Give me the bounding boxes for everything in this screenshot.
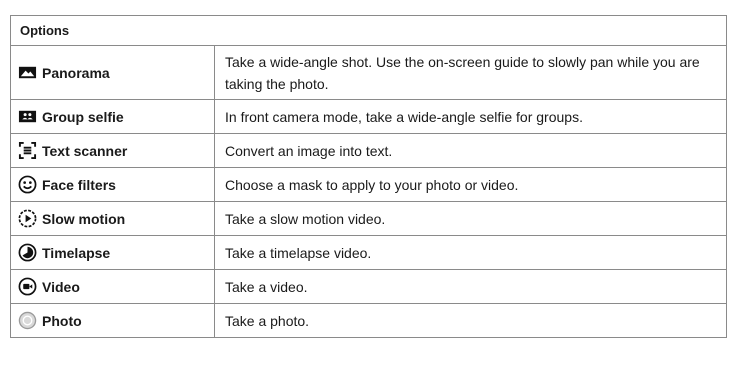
options-table: Options Panorama Take a wide-angle shot.…	[10, 15, 727, 338]
option-description: Take a wide-angle shot. Use the on-scree…	[214, 45, 727, 100]
option-cell: Panorama	[10, 45, 215, 100]
slow-motion-icon	[18, 209, 37, 228]
option-label: Photo	[42, 313, 82, 329]
table-row: Video Take a video.	[10, 269, 727, 304]
option-cell: Photo	[10, 303, 215, 338]
option-description: Take a slow motion video.	[214, 201, 727, 236]
panorama-icon	[18, 63, 37, 82]
table-header: Options	[10, 15, 727, 46]
option-label: Timelapse	[42, 245, 111, 261]
option-description: Take a video.	[214, 269, 727, 304]
face-filter-icon	[18, 175, 37, 194]
photo-icon	[18, 311, 37, 330]
option-label: Slow motion	[42, 211, 126, 227]
header-row: Options	[10, 15, 727, 46]
option-cell: Timelapse	[10, 235, 215, 270]
option-description: Choose a mask to apply to your photo or …	[214, 167, 727, 202]
text-scanner-icon	[18, 141, 37, 160]
option-description: Take a photo.	[214, 303, 727, 338]
option-label: Text scanner	[42, 143, 128, 159]
option-cell: Video	[10, 269, 215, 304]
table-row: Group selfie In front camera mode, take …	[10, 99, 727, 134]
option-label: Panorama	[42, 65, 110, 81]
option-label: Video	[42, 279, 80, 295]
table-row: Face filters Choose a mask to apply to y…	[10, 167, 727, 202]
table-row: Timelapse Take a timelapse video.	[10, 235, 727, 270]
table-row: Text scanner Convert an image into text.	[10, 133, 727, 168]
video-icon	[18, 277, 37, 296]
table-row: Panorama Take a wide-angle shot. Use the…	[10, 45, 727, 100]
option-cell: Group selfie	[10, 99, 215, 134]
option-cell: Face filters	[10, 167, 215, 202]
option-description: Convert an image into text.	[214, 133, 727, 168]
group-selfie-icon	[18, 107, 37, 126]
option-description: In front camera mode, take a wide-angle …	[214, 99, 727, 134]
option-label: Group selfie	[42, 109, 124, 125]
option-cell: Slow motion	[10, 201, 215, 236]
option-description: Take a timelapse video.	[214, 235, 727, 270]
table-row: Slow motion Take a slow motion video.	[10, 201, 727, 236]
option-cell: Text scanner	[10, 133, 215, 168]
timelapse-icon	[18, 243, 37, 262]
table-row: Photo Take a photo.	[10, 303, 727, 338]
option-label: Face filters	[42, 177, 116, 193]
